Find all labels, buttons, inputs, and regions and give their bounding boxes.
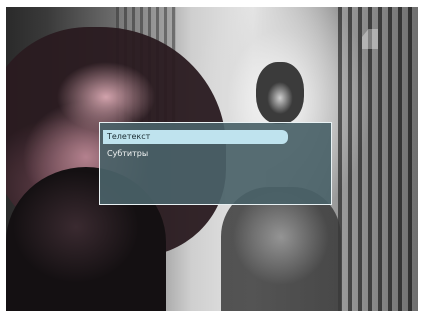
background-figure-head xyxy=(256,62,304,124)
menu-item-subtitles[interactable]: Субтитры xyxy=(103,147,288,161)
background-curtain-right xyxy=(338,7,418,311)
background-figure-body xyxy=(221,187,341,311)
menu-item-teletext[interactable]: Телетекст xyxy=(103,130,288,144)
osd-menu: Телетекст Субтитры xyxy=(99,122,332,205)
